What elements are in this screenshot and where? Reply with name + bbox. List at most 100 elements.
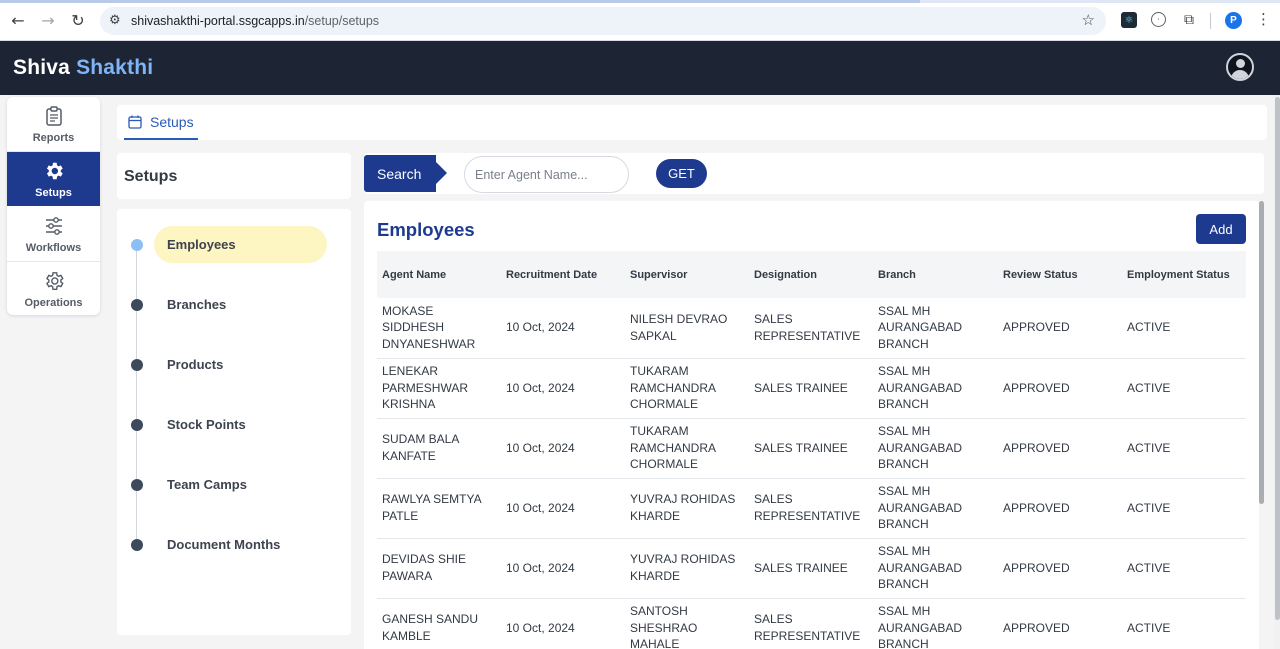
review-status-cell: APPROVED	[998, 598, 1122, 649]
rail-item-label: Workflows	[25, 242, 82, 254]
employment-status-cell: ACTIVE	[1122, 418, 1246, 479]
profile-avatar[interactable]: P	[1225, 12, 1242, 29]
table-header-row: Agent Name Recruitment Date Supervisor D…	[377, 251, 1246, 298]
recruitment-date-cell: 10 Oct, 2024	[501, 478, 625, 539]
column-header[interactable]: Branch	[873, 251, 998, 298]
agent-name-cell: LENEKAR PARMESHWAR KRISHNA	[377, 358, 501, 419]
menu-item-branches[interactable]: Branches	[117, 286, 351, 324]
add-employee-button[interactable]: Add	[1196, 214, 1246, 244]
rail-item-setups[interactable]: Setups	[7, 152, 100, 206]
menu-item-label: Branches	[167, 297, 227, 312]
column-header[interactable]: Agent Name	[377, 251, 501, 298]
back-icon[interactable]: ←	[9, 11, 27, 30]
menu-dot	[131, 239, 143, 251]
table-row[interactable]: LENEKAR PARMESHWAR KRISHNA 10 Oct, 2024 …	[377, 358, 1246, 419]
menu-item-employees[interactable]: Employees	[117, 226, 351, 264]
forward-icon[interactable]: →	[39, 11, 57, 30]
branch-cell: SSAL MH AURANGABAD BRANCH	[873, 598, 998, 649]
column-header[interactable]: Supervisor	[625, 251, 749, 298]
supervisor-cell: YUVRAJ ROHIDAS KHARDE	[625, 538, 749, 599]
agent-name-cell: MOKASE SIDDHESH DNYANESHWAR	[377, 298, 501, 359]
agent-name-cell: RAWLYA SEMTYA PATLE	[377, 478, 501, 539]
reload-icon[interactable]: ↻	[69, 11, 87, 30]
url-path: /setup/setups	[304, 14, 380, 28]
table-row[interactable]: RAWLYA SEMTYA PATLE 10 Oct, 2024 YUVRAJ …	[377, 478, 1246, 539]
rail-item-label: Reports	[32, 132, 75, 144]
supervisor-cell: NILESH DEVRAO SAPKAL	[625, 298, 749, 359]
menu-dot	[131, 359, 143, 371]
search-bar: Search GET	[364, 153, 1264, 194]
menu-item-team-camps[interactable]: Team Camps	[117, 466, 351, 504]
menu-item-label: Employees	[167, 237, 236, 252]
brand-logo[interactable]: Shiva Shakthi	[13, 56, 153, 80]
browser-menu-icon[interactable]: ⋮	[1256, 10, 1271, 28]
menu-item-label: Stock Points	[167, 417, 246, 432]
rail-item-reports[interactable]: Reports	[7, 97, 100, 151]
employment-status-cell: ACTIVE	[1122, 598, 1246, 649]
designation-cell: SALES REPRESENTATIVE	[749, 478, 873, 539]
column-header[interactable]: Designation	[749, 251, 873, 298]
get-button[interactable]: GET	[656, 159, 707, 188]
menu-item-document-months[interactable]: Document Months	[117, 526, 351, 564]
employment-status-cell: ACTIVE	[1122, 358, 1246, 419]
table-scrollbar[interactable]	[1259, 201, 1264, 504]
recruitment-date-cell: 10 Oct, 2024	[501, 418, 625, 479]
breadcrumb-label: Setups	[150, 113, 194, 130]
review-status-cell: APPROVED	[998, 298, 1122, 359]
menu-dot	[131, 479, 143, 491]
menu-item-label: Document Months	[167, 537, 281, 552]
table-row[interactable]: SUDAM BALA KANFATE 10 Oct, 2024 TUKARAM …	[377, 418, 1246, 479]
column-header[interactable]: Recruitment Date	[501, 251, 625, 298]
bookmark-star-icon[interactable]: ☆	[1082, 11, 1095, 29]
table-row[interactable]: MOKASE SIDDHESH DNYANESHWAR 10 Oct, 2024…	[377, 298, 1246, 359]
recruitment-date-cell: 10 Oct, 2024	[501, 358, 625, 419]
designation-cell: SALES TRAINEE	[749, 538, 873, 599]
menu-dot	[131, 539, 143, 551]
site-info-icon[interactable]: ⚙	[109, 13, 121, 28]
user-account-icon[interactable]	[1226, 53, 1254, 81]
app-header: Shiva Shakthi	[0, 41, 1280, 95]
extension-circle-icon[interactable]: ·	[1151, 12, 1166, 27]
employees-title: Employees	[377, 219, 475, 240]
supervisor-cell: SANTOSH SHESHRAO MAHALE	[625, 598, 749, 649]
address-bar[interactable]: ⚙ shivashakthi-portal.ssgcapps.in/setup/…	[100, 7, 1106, 35]
recruitment-date-cell: 10 Oct, 2024	[501, 298, 625, 359]
column-header[interactable]: Employment Status	[1122, 251, 1246, 298]
tab-strip	[0, 0, 1280, 3]
extensions-puzzle-icon[interactable]: ⧉	[1181, 12, 1197, 28]
agent-name-search-input[interactable]	[464, 156, 629, 193]
gear-icon	[43, 160, 65, 182]
designation-cell: SALES TRAINEE	[749, 358, 873, 419]
menu-item-label: Team Camps	[167, 477, 247, 492]
rail-item-workflows[interactable]: Workflows	[7, 207, 100, 261]
branch-cell: SSAL MH AURANGABAD BRANCH	[873, 538, 998, 599]
sliders-icon	[44, 215, 64, 237]
url-host: shivashakthi-portal.ssgcapps.in	[131, 14, 305, 28]
clipboard-icon	[45, 105, 63, 127]
menu-dot	[131, 299, 143, 311]
review-status-cell: APPROVED	[998, 538, 1122, 599]
breadcrumb-tab-setups[interactable]: Setups	[124, 105, 198, 140]
supervisor-cell: TUKARAM RAMCHANDRA CHORMALE	[625, 358, 749, 419]
recruitment-date-cell: 10 Oct, 2024	[501, 538, 625, 599]
menu-item-stock-points[interactable]: Stock Points	[117, 406, 351, 444]
designation-cell: SALES REPRESENTATIVE	[749, 598, 873, 649]
breadcrumb: Setups	[117, 105, 1267, 140]
branch-cell: SSAL MH AURANGABAD BRANCH	[873, 298, 998, 359]
react-devtools-icon[interactable]: ⚛	[1121, 12, 1137, 28]
table-row[interactable]: GANESH SANDU KAMBLE 10 Oct, 2024 SANTOSH…	[377, 598, 1246, 649]
page-scrollbar-thumb[interactable]	[1275, 97, 1280, 620]
brand-name-part2: Shakthi	[76, 56, 154, 79]
agent-name-cell: DEVIDAS SHIE PAWARA	[377, 538, 501, 599]
supervisor-cell: YUVRAJ ROHIDAS KHARDE	[625, 478, 749, 539]
rail-item-operations[interactable]: Operations	[7, 262, 100, 315]
employment-status-cell: ACTIVE	[1122, 298, 1246, 359]
brand-name-part1: Shiva	[13, 56, 77, 79]
employees-table: Agent Name Recruitment Date Supervisor D…	[377, 251, 1246, 649]
url-text[interactable]: shivashakthi-portal.ssgcapps.in/setup/se…	[131, 14, 379, 28]
table-row[interactable]: DEVIDAS SHIE PAWARA 10 Oct, 2024 YUVRAJ …	[377, 538, 1246, 599]
menu-item-products[interactable]: Products	[117, 346, 351, 384]
menu-item-label: Products	[167, 357, 224, 372]
browser-toolbar: ← → ↻ ⚙ shivashakthi-portal.ssgcapps.in/…	[0, 0, 1280, 41]
column-header[interactable]: Review Status	[998, 251, 1122, 298]
